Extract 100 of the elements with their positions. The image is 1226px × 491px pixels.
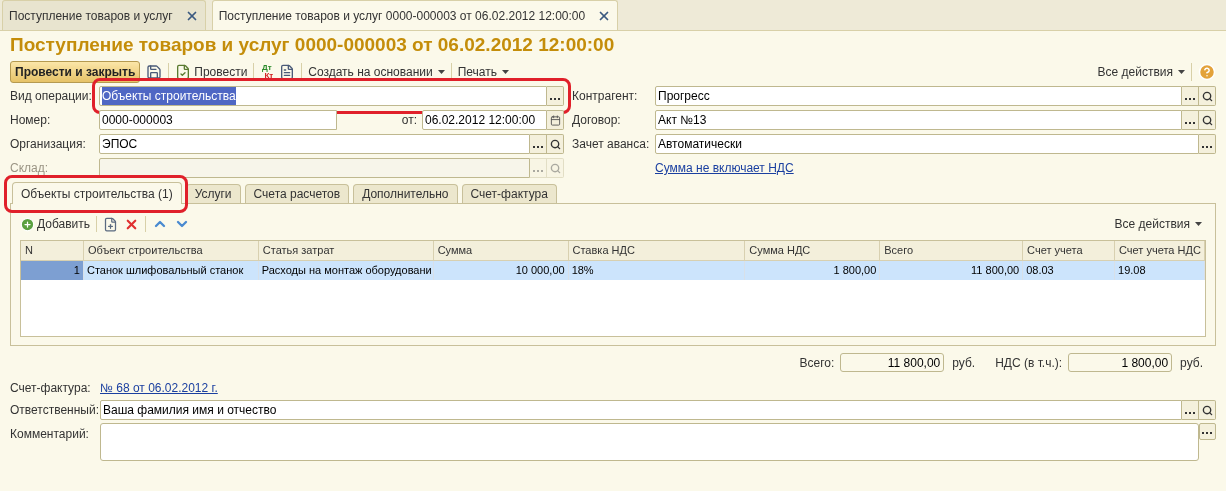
- table-cell: Станок шлифовальный станок: [83, 261, 259, 280]
- column-header[interactable]: Статья затрат: [258, 241, 434, 260]
- post-button[interactable]: Провести: [175, 63, 248, 81]
- ellipsis-icon: [532, 170, 544, 173]
- field-label: Счет-фактура:: [10, 380, 92, 397]
- table-cell: 1 800,00: [745, 261, 881, 280]
- all-actions-menu[interactable]: Все действия: [1097, 63, 1185, 81]
- column-header[interactable]: Счет учета НДС: [1115, 241, 1205, 260]
- post-and-close-button[interactable]: Провести и закрыть: [10, 61, 141, 83]
- ellipsis-icon: [1184, 98, 1196, 101]
- search-button[interactable]: [547, 134, 564, 154]
- tab[interactable]: Счет-фактура: [461, 184, 557, 203]
- tab-label: Поступление товаров и услуг: [9, 7, 173, 25]
- all-actions-menu[interactable]: Все действия: [1114, 215, 1202, 233]
- comment-field[interactable]: [100, 423, 1199, 461]
- invoice-link[interactable]: № 68 от 06.02.2012 г.: [100, 379, 218, 397]
- field-label: Комментарий:: [10, 426, 90, 443]
- field-label: Договор:: [572, 112, 622, 129]
- input-field[interactable]: Ваша фамилия имя и отчество: [100, 400, 1182, 420]
- input-field[interactable]: Акт №13: [655, 110, 1182, 130]
- post-document-icon: [175, 64, 192, 80]
- total-field: 11 800,00: [840, 353, 945, 372]
- table-row[interactable]: 1 Станок шлифовальный станок Расходы на монтаж оборудовани 10 000,00 18% 1 800,00 11 800,00 08.03 19.08: [21, 261, 1205, 280]
- input-field[interactable]: Автоматически: [655, 134, 1199, 154]
- search-button[interactable]: [1199, 86, 1216, 106]
- table-cell: 10 000,00: [433, 261, 569, 280]
- ellipsis-icon: [1201, 146, 1213, 149]
- total-label: НДС (в т.ч.):: [995, 354, 1063, 372]
- field-value: ЭПОС: [102, 136, 138, 153]
- column-header[interactable]: N: [21, 241, 84, 260]
- table-cell: 08.03: [1023, 261, 1116, 280]
- currency-label: руб.: [1180, 354, 1203, 372]
- caret-icon: [1195, 222, 1202, 226]
- ellipsis-icon: [1184, 412, 1196, 415]
- ellipsis-icon: [532, 146, 544, 149]
- caret-icon: [1178, 70, 1185, 74]
- choose-button[interactable]: [1199, 134, 1216, 154]
- ellipsis-icon: [1202, 432, 1213, 435]
- search-button[interactable]: [1199, 110, 1216, 130]
- tab[interactable]: Услуги: [185, 184, 241, 203]
- document-title: Поступление товаров и услуг 0000-000003 от 06.02.2012 12:00:00: [10, 33, 616, 57]
- choose-button[interactable]: [547, 86, 564, 106]
- copy-row-icon[interactable]: [103, 216, 119, 232]
- search-icon: [549, 138, 561, 150]
- tab-label: Поступление товаров и услуг 0000-000003 от 06.02.2012 12:00:00: [218, 7, 586, 25]
- table-cell: 19.08: [1115, 261, 1205, 280]
- tab[interactable]: Объекты строительства (1): [12, 182, 182, 204]
- column-header[interactable]: Сумма: [433, 241, 569, 260]
- field-value: Ваша фамилия имя и отчество: [103, 402, 277, 419]
- calendar-icon: [549, 114, 561, 126]
- field-label: Организация:: [10, 136, 87, 153]
- input-field[interactable]: 0000-000003: [99, 110, 337, 130]
- table-cell: 18%: [568, 261, 746, 280]
- create-based-on-menu[interactable]: Создать на основании: [308, 63, 445, 81]
- field-value: Автоматически: [658, 136, 742, 153]
- search-icon: [1201, 90, 1213, 102]
- total-label: Всего:: [799, 354, 835, 372]
- add-button[interactable]: Добавить: [20, 215, 91, 233]
- tab[interactable]: Дополнительно: [353, 184, 458, 203]
- search-button[interactable]: [1199, 400, 1216, 420]
- choose-button[interactable]: [1182, 86, 1199, 106]
- field-label: Контрагент:: [572, 88, 639, 105]
- input-field[interactable]: ЭПОС: [99, 134, 530, 154]
- search-icon: [1201, 114, 1213, 126]
- choose-button[interactable]: [1182, 110, 1199, 130]
- save-icon[interactable]: [146, 64, 163, 80]
- date-field[interactable]: 06.02.2012 12:00:00: [422, 110, 547, 130]
- table-cell: Расходы на монтаж оборудовани: [258, 261, 434, 280]
- total-field: 1 800,00: [1068, 353, 1173, 372]
- ellipsis-icon: [1184, 122, 1196, 125]
- ellipsis-icon: [549, 98, 561, 101]
- document-tab[interactable]: Поступление товаров и услуг 0000-000003 от 06.02.2012 12:00:00: [211, 0, 619, 30]
- field-value: Прогресс: [658, 88, 710, 105]
- column-header[interactable]: Всего: [880, 241, 1024, 260]
- input-field[interactable]: Прогресс: [655, 86, 1182, 106]
- column-header[interactable]: Ставка НДС: [568, 241, 746, 260]
- document-tab[interactable]: Поступление товаров и услуг: [2, 0, 206, 30]
- field-label: Ответственный:: [10, 402, 100, 419]
- field-label: Номер:: [10, 112, 52, 129]
- column-header[interactable]: Счет учета: [1023, 241, 1115, 260]
- vat-link[interactable]: Сумма не включает НДС: [655, 159, 794, 177]
- choose-button[interactable]: [1199, 423, 1216, 440]
- table-cell: 1: [21, 261, 84, 280]
- print-menu[interactable]: Печать: [457, 63, 510, 81]
- column-header[interactable]: Объект строительства: [83, 241, 259, 260]
- calendar-button[interactable]: [547, 110, 564, 130]
- tab[interactable]: Счета расчетов: [244, 184, 350, 203]
- add-icon: [20, 216, 35, 232]
- document-icon[interactable]: [279, 64, 296, 80]
- choose-button[interactable]: [530, 134, 547, 154]
- caret-icon: [437, 70, 445, 74]
- field-label: Вид операции:: [10, 88, 93, 105]
- choose-button[interactable]: [1182, 400, 1199, 420]
- ledger-button[interactable]: Дт Кт: [260, 64, 274, 80]
- input-field[interactable]: Объекты строительства: [99, 86, 547, 106]
- caret-icon: [502, 70, 510, 74]
- column-header[interactable]: Сумма НДС: [745, 241, 881, 260]
- field-value: Объекты строительства: [102, 87, 236, 105]
- search-icon: [549, 162, 561, 174]
- currency-label: руб.: [952, 354, 976, 372]
